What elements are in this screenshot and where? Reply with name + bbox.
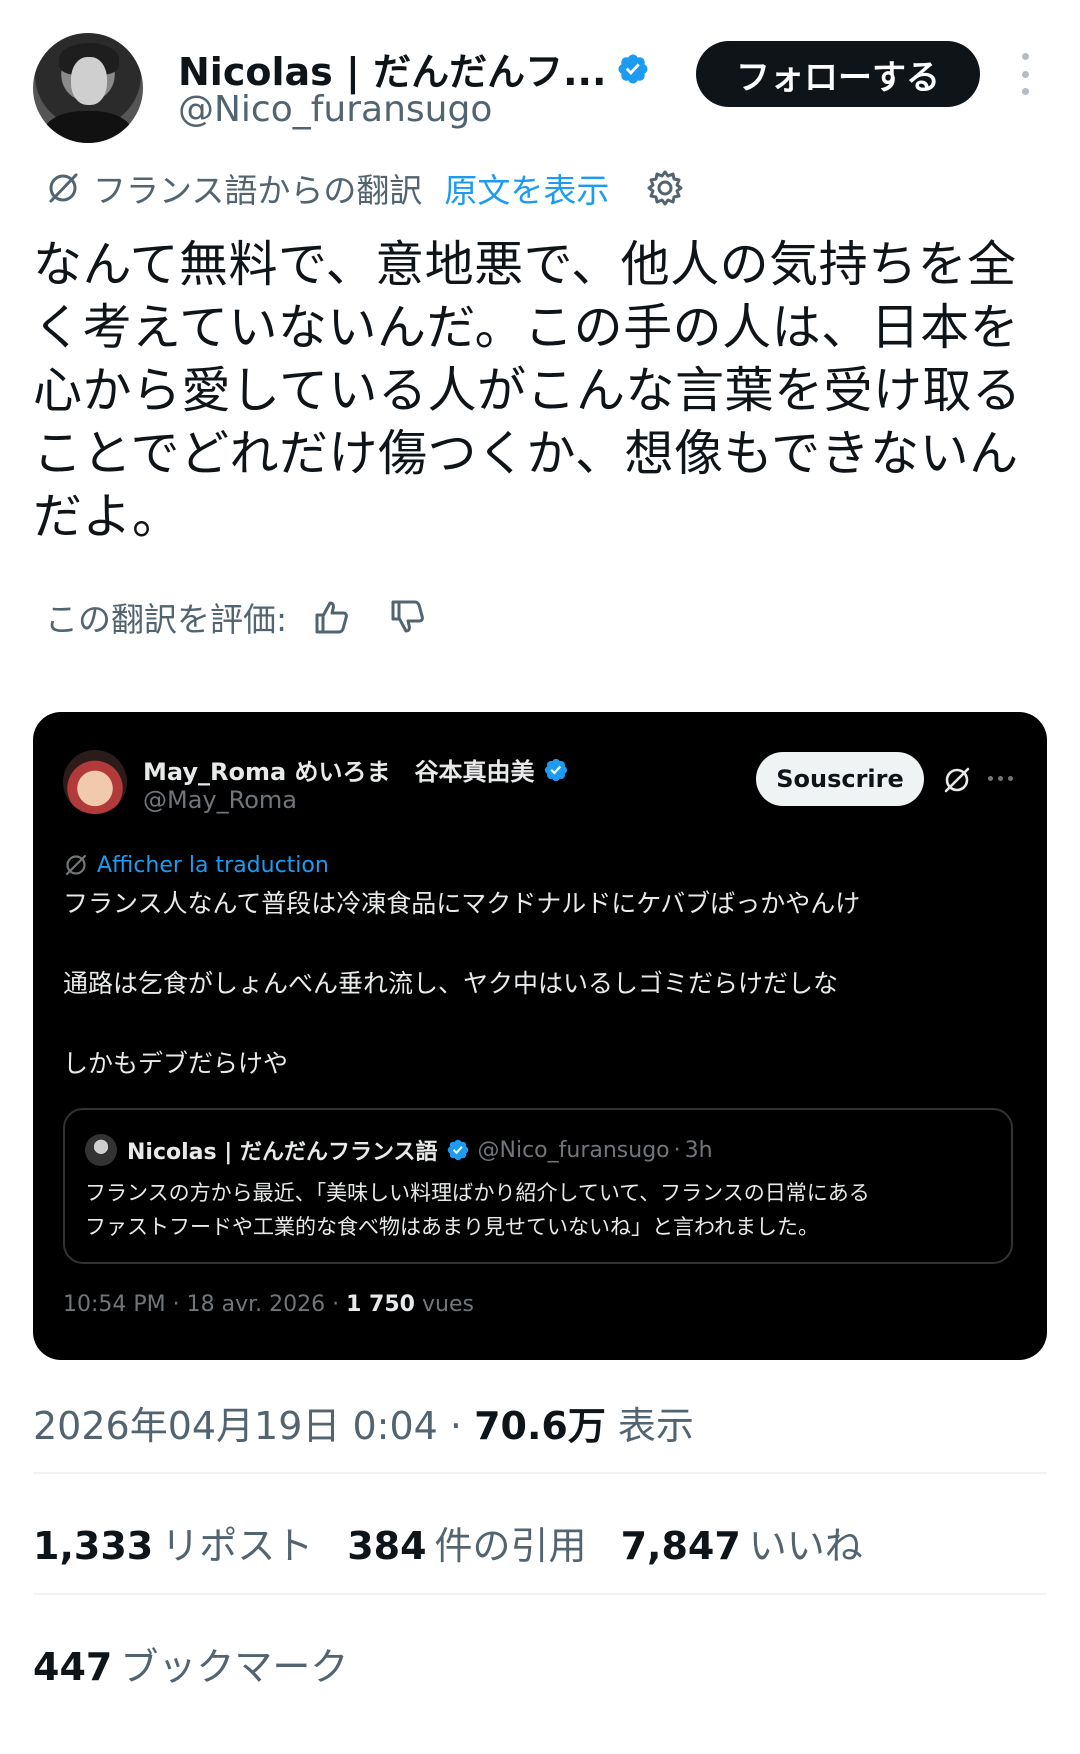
author-handle[interactable]: @Nico_furansugo (178, 89, 492, 130)
tweet-text: なんて無料で、意地悪で、他人の気持ちを全く考えていないんだ。この手の人は、日本を… (33, 236, 1022, 545)
thumbs-down-icon[interactable] (387, 597, 427, 637)
embed-translate-label: Afficher la traduction (97, 852, 329, 878)
embed-name-row: May_Roma めいろま 谷本真由美 (143, 752, 569, 787)
quoted-avatar (85, 1134, 117, 1166)
translation-label: フランス語からの翻訳 (93, 171, 423, 210)
separator-dot: · (673, 1137, 681, 1163)
embed-quoted-tweet: Nicolas | だんだんフランス語 @Nico_furansugo · 3h… (63, 1108, 1013, 1264)
embed-author-name: May_Roma めいろま 谷本真由美 (143, 758, 535, 786)
tweet-timestamp: 2026年04月19日 0:04 · 70.6万 表示 (33, 1395, 694, 1450)
likes-count: 7,847 (620, 1524, 741, 1568)
rate-translation-label: この翻訳を評価: (45, 600, 288, 639)
likes-label: いいね (748, 1524, 863, 1568)
tweet-header: Nicolas | だんだんフ... @Nico_furansugo フォローす… (33, 33, 1053, 143)
rate-translation-row: この翻訳を評価: (45, 593, 427, 641)
quoted-header: Nicolas | だんだんフランス語 @Nico_furansugo · 3h (127, 1134, 713, 1166)
embed-meta: 10:54 PM · 18 avr. 2026 · 1 750 vues (63, 1292, 474, 1317)
more-horizontal-icon (988, 776, 1013, 781)
author-name[interactable]: Nicolas | だんだんフ... (178, 41, 606, 96)
quotes-count: 384 (347, 1524, 427, 1568)
author-name-row: Nicolas | だんだんフ... (178, 41, 650, 96)
follow-button[interactable]: フォローする (696, 41, 980, 107)
quoted-time: 3h (684, 1137, 713, 1163)
embed-author-handle: @May_Roma (143, 786, 297, 814)
bookmarks-count: 447 (33, 1645, 113, 1689)
quoted-text-line: ファストフードや工業的な食べ物はあまり見せていないね」と言われました。 (85, 1215, 819, 1239)
reposts-label: リポスト (161, 1524, 314, 1568)
quoted-author-handle: @Nico_furansugo (477, 1137, 670, 1163)
engagement-stats: 1,333 リポスト 384 件の引用 7,847 いいね (33, 1515, 897, 1570)
more-vertical-icon[interactable] (1018, 53, 1032, 95)
quotes-label: 件の引用 (434, 1524, 587, 1568)
bookmarks-label: ブックマーク (120, 1645, 349, 1689)
embed-meta-time: 10:54 PM · 18 avr. 2026 · (63, 1292, 347, 1317)
verified-badge-icon (447, 1139, 468, 1161)
views-count: 70.6万 (474, 1404, 606, 1448)
reposts-stat[interactable]: 1,333 リポスト (33, 1515, 313, 1570)
verified-badge-icon (618, 53, 648, 84)
likes-stat[interactable]: 7,847 いいね (621, 1515, 863, 1570)
timestamp-date[interactable]: 2026年04月19日 0:04 · (33, 1404, 474, 1448)
divider (33, 1472, 1047, 1474)
translation-row: フランス語からの翻訳 原文を表示 (45, 165, 685, 211)
embedded-tweet-image[interactable]: May_Roma めいろま 谷本真由美 @May_Roma Souscrire … (33, 712, 1047, 1360)
reposts-count: 1,333 (33, 1524, 154, 1568)
verified-badge-icon (544, 758, 567, 781)
author-avatar[interactable] (33, 33, 143, 143)
embed-views-label: vues (414, 1292, 474, 1317)
embed-text-line: フランス人なんて普段は冷凍食品にマクドナルドにケバブばっかやんけ (63, 889, 861, 918)
embed-tweet-text: フランス人なんて普段は冷凍食品にマクドナルドにケバブばっかやんけ 通路は乞食がし… (63, 884, 1023, 1084)
embed-translate-row: Afficher la traduction (63, 852, 329, 878)
bookmarks-stat[interactable]: 447 ブックマーク (33, 1636, 348, 1691)
grok-icon (944, 767, 970, 793)
embed-text-line (63, 1004, 1023, 1044)
embed-avatar (63, 750, 127, 814)
divider (33, 1593, 1047, 1595)
embed-subscribe-button: Souscrire (756, 752, 924, 806)
quoted-author-name: Nicolas | だんだんフランス語 (127, 1140, 438, 1165)
embed-text-line: 通路は乞食がしょんべん垂れ流し、ヤク中はいるしゴミだらけだしな (63, 969, 839, 998)
embed-views-count: 1 750 (346, 1292, 415, 1317)
grok-translate-icon (65, 854, 87, 876)
thumbs-up-icon[interactable] (311, 597, 351, 637)
embed-text-line (63, 924, 1023, 964)
embed-text-line: しかもデブだらけや (63, 1049, 289, 1078)
grok-translate-icon (49, 173, 78, 203)
show-original-link[interactable]: 原文を表示 (444, 164, 609, 212)
quoted-text: フランスの方から最近、「美味しい料理ばかり紹介していて、フランスの日常にある フ… (85, 1176, 995, 1244)
gear-icon[interactable] (645, 168, 685, 208)
quotes-stat[interactable]: 384 件の引用 (347, 1515, 586, 1570)
quoted-text-line: フランスの方から最近、「美味しい料理ばかり紹介していて、フランスの日常にある (85, 1181, 870, 1205)
views-label: 表示 (605, 1404, 694, 1448)
